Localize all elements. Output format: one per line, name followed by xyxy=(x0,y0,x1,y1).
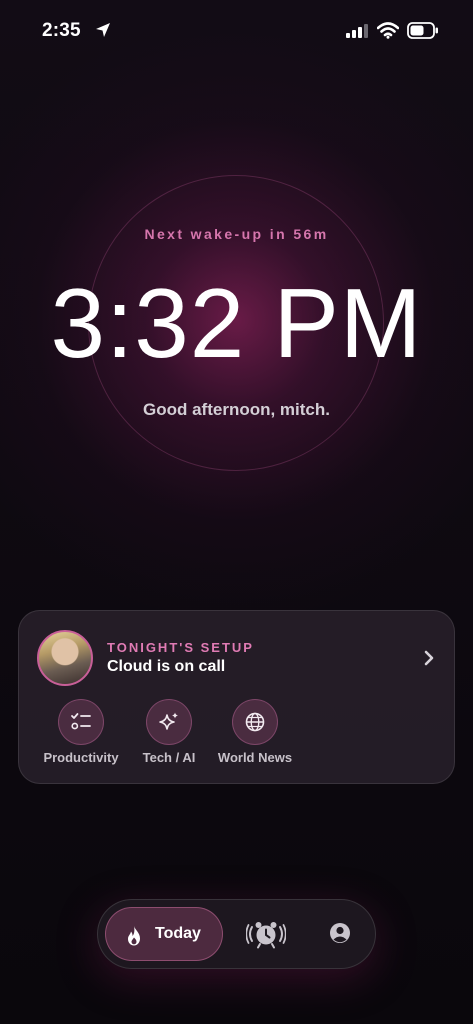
sparkles-icon xyxy=(159,712,178,730)
topic-label: World News xyxy=(217,750,293,765)
profile-icon[interactable] xyxy=(329,922,351,944)
topic-label: Productivity xyxy=(43,750,119,765)
topic-icon-circle xyxy=(58,699,104,745)
wifi-icon xyxy=(377,22,399,39)
flame-icon xyxy=(128,926,140,946)
topic-label: Tech / AI xyxy=(142,750,196,765)
next-wake-up-label: Next wake-up in 56m xyxy=(144,226,329,242)
tab-today-label: Today xyxy=(155,925,201,942)
cellular-signal-icon xyxy=(346,24,368,38)
setup-label: TONIGHT'S SETUP xyxy=(107,640,254,655)
checklist-icon xyxy=(71,713,91,730)
location-arrow-icon xyxy=(96,23,110,37)
chevron-right-icon[interactable] xyxy=(422,649,436,667)
topic-productivity[interactable]: Productivity xyxy=(31,699,131,779)
tonights-setup-card[interactable]: TONIGHT'S SETUP Cloud is on call Product… xyxy=(18,610,455,784)
battery-icon xyxy=(407,22,438,39)
globe-icon xyxy=(245,712,265,732)
home-screen: 2:35 Next wake-up in 56m 3:32 PM Good af… xyxy=(0,0,473,1024)
clock-time: 3:32 PM xyxy=(50,268,423,378)
status-bar: 2:35 xyxy=(0,0,473,60)
tab-today[interactable]: Today xyxy=(105,907,223,961)
topic-icon-circle xyxy=(232,699,278,745)
bottom-tab-bar: Today xyxy=(97,899,376,969)
topic-icon-circle xyxy=(146,699,192,745)
topic-tech-ai[interactable]: Tech / AI xyxy=(119,699,219,779)
alarm-clock-icon[interactable] xyxy=(246,919,286,949)
character-avatar xyxy=(37,630,93,686)
topic-world-news[interactable]: World News xyxy=(205,699,305,779)
greeting-text: Good afternoon, mitch. xyxy=(143,400,330,419)
setup-title: Cloud is on call xyxy=(107,658,226,675)
status-time: 2:35 xyxy=(42,20,81,41)
